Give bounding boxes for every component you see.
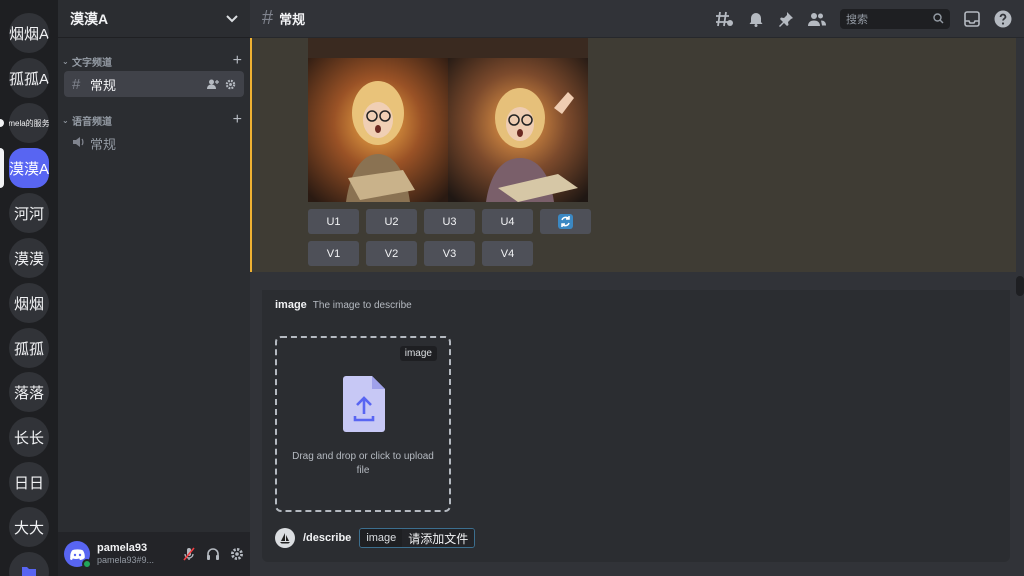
gear-icon[interactable] [230, 547, 244, 561]
slash-command-bar: /describe image 请添加文件 [275, 528, 476, 548]
server-name: 漠漠A [70, 10, 109, 27]
server-header[interactable]: 漠漠A [58, 0, 250, 38]
server-icon-active[interactable]: 漠漠A [9, 148, 49, 188]
refresh-icon [558, 214, 573, 229]
bot-message: U1 U2 U3 U4 V1 V2 V3 V4 [250, 38, 1016, 272]
channel-label: 常规 [90, 136, 117, 152]
server-icon[interactable]: 河河 [9, 193, 49, 233]
speaker-icon [72, 135, 90, 152]
image-grid-picture [308, 38, 588, 202]
mute-mic-icon[interactable] [182, 547, 196, 561]
hash-icon: # [72, 75, 81, 93]
upscale-button-2[interactable]: U2 [366, 209, 417, 234]
online-status-icon [82, 559, 92, 569]
discord-window: 烟烟A 孤孤A mela的服务 漠漠A 河河 漠漠 烟烟 孤孤 落落 长长 日日… [0, 0, 1024, 576]
scrollbar[interactable] [1016, 38, 1024, 296]
command-panel: image Drag and drop or click to upload f… [262, 320, 1010, 562]
parameter-key: image [360, 529, 403, 547]
chevron-down-icon: ⌄ [62, 56, 69, 66]
file-upload-dropzone[interactable]: image Drag and drop or click to upload f… [275, 336, 451, 512]
search-placeholder: 搜索 [846, 13, 868, 26]
category-text-channels[interactable]: ⌄ 文字频道 + [62, 52, 242, 70]
category-label: 语音频道 [72, 116, 112, 128]
variation-button-4[interactable]: V4 [482, 241, 533, 266]
upscale-button-row: U1 U2 U3 U4 [308, 209, 591, 234]
category-voice-channels[interactable]: ⌄ 语音频道 + [62, 111, 242, 129]
bot-avatar [275, 528, 295, 548]
chat-area: # 常规 搜索 U1 U2 U3 U4 V1 V2 V3 V4 image Th… [250, 0, 1024, 576]
server-icon[interactable]: 长长 [9, 417, 49, 457]
variation-button-3[interactable]: V3 [424, 241, 475, 266]
help-icon[interactable] [994, 10, 1012, 28]
server-icon[interactable]: 漠漠 [9, 238, 49, 278]
server-icon[interactable]: 烟烟A [9, 13, 49, 53]
add-channel-icon[interactable]: + [233, 111, 242, 129]
search-input[interactable]: 搜索 [840, 8, 950, 29]
upscale-button-1[interactable]: U1 [308, 209, 359, 234]
user-tag: pamela93#9... [97, 555, 155, 565]
add-channel-icon[interactable]: + [233, 52, 242, 70]
server-icon[interactable]: 孤孤A [9, 58, 49, 98]
channel-label: 常规 [90, 77, 117, 93]
option-description: The image to describe [312, 299, 412, 311]
invite-icon[interactable] [207, 79, 219, 90]
unread-indicator [0, 119, 4, 127]
user-info[interactable]: pamela93 pamela93#9... [97, 542, 154, 566]
headphones-icon[interactable] [206, 547, 220, 561]
variation-button-1[interactable]: V1 [308, 241, 359, 266]
channel-item-general[interactable]: # 常规 [64, 71, 244, 97]
chevron-down-icon: ⌄ [62, 115, 69, 125]
channel-title: 常规 [279, 12, 306, 27]
hash-icon: # [262, 7, 274, 29]
reroll-button[interactable] [540, 209, 591, 234]
channel-header: # 常规 搜索 [250, 0, 1024, 38]
server-rail: 烟烟A 孤孤A mela的服务 漠漠A 河河 漠漠 烟烟 孤孤 落落 长长 日日… [0, 0, 58, 576]
sailboat-icon [280, 533, 290, 544]
username: pamela93 [97, 542, 148, 554]
members-icon[interactable] [808, 11, 826, 27]
upload-file-icon [343, 376, 385, 432]
category-label: 文字频道 [72, 57, 112, 69]
parameter-value[interactable]: 请添加文件 [402, 529, 475, 547]
server-icon[interactable]: 烟烟 [9, 283, 49, 323]
slash-command-name: /describe [303, 532, 352, 544]
command-option-header: image The image to describe [262, 290, 1010, 320]
chevron-down-icon [226, 14, 238, 22]
upload-tag: image [399, 346, 437, 361]
upload-hint: Drag and drop or click to upload file [292, 451, 434, 476]
channel-sidebar: 漠漠A ⌄ 文字频道 + # 常规 ⌄ 语音频道 + 常规 pamela93 p… [58, 0, 250, 576]
active-server-indicator [0, 148, 4, 188]
pin-icon[interactable] [778, 11, 794, 27]
folder-icon[interactable] [9, 552, 49, 576]
voice-channel-item[interactable]: 常规 [64, 130, 244, 156]
scrollbar-thumb[interactable] [1016, 276, 1024, 296]
upscale-button-4[interactable]: U4 [482, 209, 533, 234]
discord-logo-icon [69, 548, 85, 560]
inbox-icon[interactable] [964, 10, 980, 27]
variation-button-2[interactable]: V2 [366, 241, 417, 266]
server-icon[interactable]: 日日 [9, 462, 49, 502]
user-panel: pamela93 pamela93#9... [58, 532, 250, 576]
gear-icon[interactable] [225, 79, 236, 90]
bell-icon[interactable] [748, 11, 764, 27]
server-icon[interactable]: mela的服务 [9, 103, 49, 143]
avatar[interactable] [64, 541, 92, 569]
command-parameter[interactable]: image 请添加文件 [359, 528, 476, 548]
upscale-button-3[interactable]: U3 [424, 209, 475, 234]
variation-button-row: V1 V2 V3 V4 [308, 241, 533, 266]
server-icon[interactable]: 孤孤 [9, 328, 49, 368]
option-name: image [275, 299, 307, 311]
generated-image-grid[interactable] [308, 38, 588, 202]
threads-icon[interactable] [716, 11, 734, 27]
server-icon[interactable]: 大大 [9, 507, 49, 547]
server-icon[interactable]: 落落 [9, 372, 49, 412]
search-icon [933, 13, 944, 24]
